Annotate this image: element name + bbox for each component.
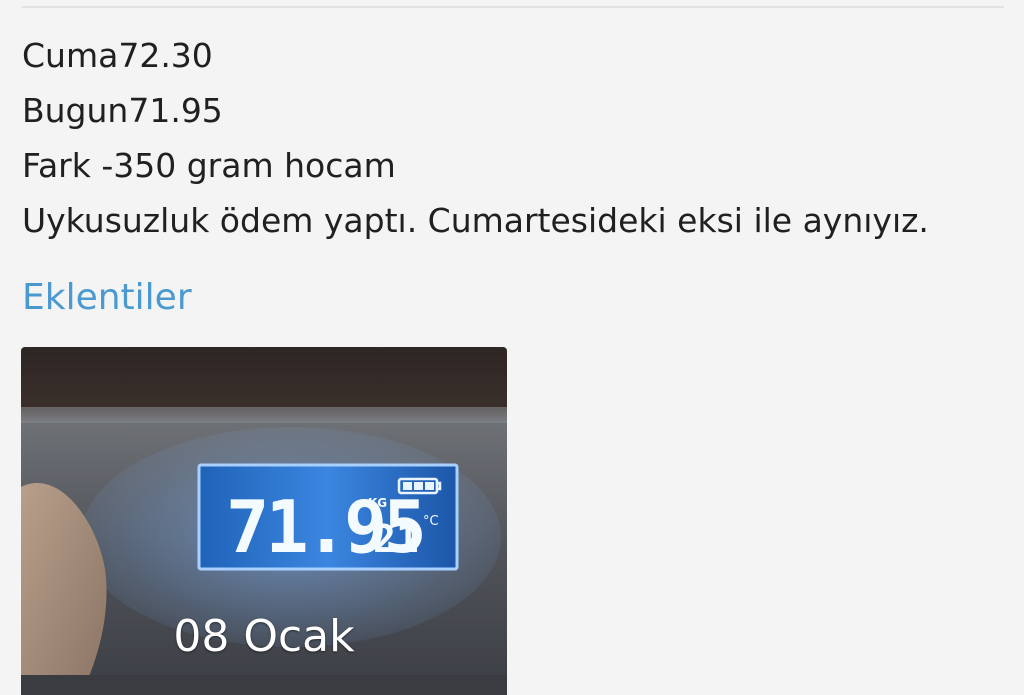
post-line: Cuma72.30 [22, 36, 213, 75]
post-view: Cuma72.30 Bugun71.95 Fark -350 gram hoca… [0, 0, 1024, 695]
post-line: Fark -350 gram hocam [22, 146, 396, 185]
scale-unit-label: KG [368, 496, 387, 510]
post-body: Cuma72.30 Bugun71.95 Fark -350 gram hoca… [22, 28, 1002, 248]
attachment-caption: 08 Ocak [173, 611, 355, 662]
post-line: Uykusuzluk ödem yaptı. Cumartesideki eks… [22, 201, 929, 240]
attachment-thumbnail[interactable]: 71.95 KG 21 °C 08 Ocak [21, 347, 507, 695]
scale-temperature-unit: °C [423, 514, 439, 529]
attachments-title: Eklentiler [22, 277, 192, 318]
post-line: Bugun71.95 [22, 91, 223, 130]
scale-temperature-readout: 21 [373, 517, 419, 561]
divider [22, 6, 1004, 8]
